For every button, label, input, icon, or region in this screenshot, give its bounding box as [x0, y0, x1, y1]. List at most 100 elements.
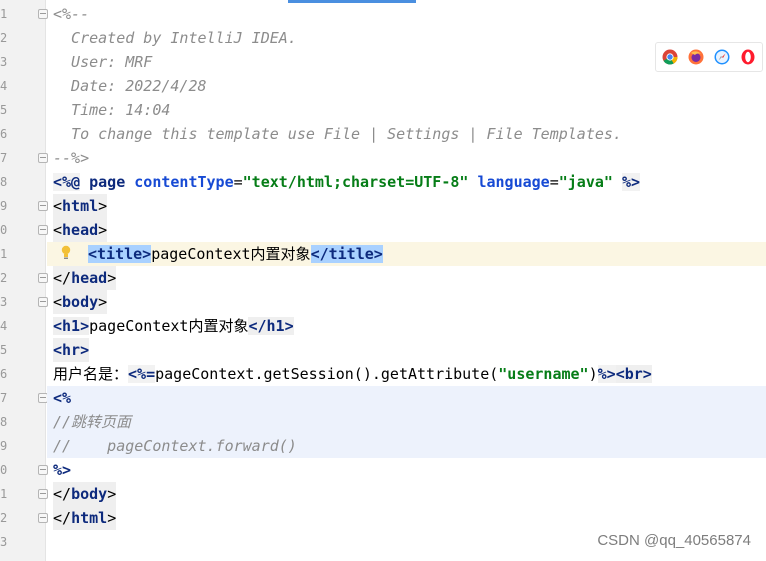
- line-number: 9: [0, 199, 8, 213]
- tag-name: body: [62, 293, 99, 311]
- lightbulb-icon[interactable]: [61, 245, 71, 261]
- line-number: 7: [0, 151, 8, 165]
- body-open-tag: <body>: [53, 290, 108, 314]
- code-line-21[interactable]: </body>: [47, 482, 766, 506]
- tag-name: body: [71, 485, 108, 503]
- tag-name: head: [71, 269, 108, 287]
- code-line-11-current[interactable]: <title>pageContext内置对象</title>: [47, 242, 766, 266]
- code-line-1[interactable]: <%--: [47, 2, 766, 26]
- bracket: </: [53, 485, 72, 503]
- directive-keyword: page: [89, 173, 126, 191]
- java-comment-jump: //跳转页面: [53, 413, 132, 431]
- code-line-19[interactable]: // pageContext.forward(): [47, 434, 766, 458]
- tag-name: html: [62, 197, 99, 215]
- expression-call: pageContext.getSession().getAttribute(: [155, 365, 499, 383]
- h1-element: <h1>pageContext内置对象</h1>: [53, 314, 294, 338]
- bracket: <: [53, 221, 63, 239]
- code-line-14[interactable]: <h1>pageContext内置对象</h1>: [47, 314, 766, 338]
- code-line-5[interactable]: Time: 14:04: [47, 98, 766, 122]
- line-number: 4: [0, 319, 8, 333]
- line-number: 8: [0, 415, 8, 429]
- comment-created-by: Created by IntelliJ IDEA.: [53, 29, 297, 47]
- code-line-6[interactable]: To change this template use File | Setti…: [47, 122, 766, 146]
- bracket: <: [53, 293, 63, 311]
- expression-string: "username": [498, 365, 589, 383]
- line-number: 2: [0, 31, 8, 45]
- jsp-comment-close: --%>: [53, 149, 90, 167]
- line-number: 3: [0, 55, 8, 69]
- line-number: 7: [0, 391, 8, 405]
- code-line-16[interactable]: 用户名是：<%=pageContext.getSession().getAttr…: [47, 362, 766, 386]
- bracket: >: [107, 509, 117, 527]
- directive-open: <%@: [53, 173, 81, 191]
- code-line-18[interactable]: //跳转页面: [47, 410, 766, 434]
- hr-tag: <hr>: [53, 338, 90, 362]
- comment-user: User: MRF: [53, 53, 153, 71]
- code-line-20[interactable]: %>: [47, 458, 766, 482]
- watermark-text: CSDN @qq_40565874: [597, 532, 751, 549]
- tag-name: html: [71, 509, 108, 527]
- line-number: 5: [0, 103, 8, 117]
- h1-close-tag: </h1>: [248, 317, 294, 335]
- bracket: >: [98, 221, 108, 239]
- h1-text: pageContext内置对象: [89, 317, 249, 335]
- code-line-8[interactable]: <%@ page contentType="text/html;charset=…: [47, 170, 766, 194]
- username-output-line: 用户名是：<%=pageContext.getSession().getAttr…: [53, 362, 652, 386]
- firefox-icon[interactable]: [688, 49, 704, 65]
- scriptlet-close: %>: [53, 461, 72, 479]
- body-close-tag: </body>: [53, 482, 117, 506]
- line-number: 0: [0, 223, 8, 237]
- line-number: 3: [0, 295, 8, 309]
- title-text: pageContext内置对象: [151, 245, 311, 263]
- code-line-22[interactable]: </html>: [47, 506, 766, 530]
- code-line-12[interactable]: </head>: [47, 266, 766, 290]
- opera-icon[interactable]: [740, 49, 756, 65]
- bracket: </: [53, 269, 72, 287]
- line-number: 2: [0, 511, 8, 525]
- head-open-tag: <head>: [53, 218, 108, 242]
- comment-template-hint: To change this template use File | Setti…: [53, 125, 622, 143]
- equals-sign: =: [233, 173, 243, 191]
- safari-icon[interactable]: [714, 49, 730, 65]
- line-number: 6: [0, 127, 8, 141]
- expression-close: %>: [597, 365, 616, 383]
- code-line-4[interactable]: Date: 2022/4/28: [47, 74, 766, 98]
- code-line-10[interactable]: <head>: [47, 218, 766, 242]
- line-number: 1: [0, 247, 8, 261]
- bracket: >: [98, 197, 108, 215]
- browser-preview-toolbar: [655, 42, 763, 72]
- chrome-icon[interactable]: [662, 49, 678, 65]
- comment-date: Date: 2022/4/28: [53, 77, 207, 95]
- line-number: 2: [0, 271, 8, 285]
- page-directive: <%@ page contentType="text/html;charset=…: [53, 170, 641, 194]
- html-open-tag: <html>: [53, 194, 108, 218]
- line-number: 8: [0, 175, 8, 189]
- comment-time: Time: 14:04: [53, 101, 171, 119]
- line-number: 0: [0, 463, 8, 477]
- value-language: "java": [558, 173, 613, 191]
- code-line-13[interactable]: <body>: [47, 290, 766, 314]
- line-number: 4: [0, 79, 8, 93]
- scriptlet-open: <%: [53, 389, 72, 407]
- html-close-tag: </html>: [53, 506, 117, 530]
- bracket: </: [53, 509, 72, 527]
- code-line-17[interactable]: <%: [47, 386, 766, 410]
- bracket: >: [107, 269, 117, 287]
- line-number: 3: [0, 535, 8, 549]
- code-line-9[interactable]: <html>: [47, 194, 766, 218]
- bracket: >: [107, 485, 117, 503]
- expression-paren: ): [588, 365, 598, 383]
- head-close-tag: </head>: [53, 266, 117, 290]
- line-number: 5: [0, 343, 8, 357]
- equals-sign: =: [549, 173, 559, 191]
- bracket: <: [53, 197, 63, 215]
- br-tag: <br>: [615, 365, 652, 383]
- value-content-type: "text/html;charset=UTF-8": [242, 173, 469, 191]
- title-close-tag: </title>: [310, 245, 383, 263]
- title-element: <title>pageContext内置对象</title>: [88, 242, 383, 266]
- code-line-7[interactable]: --%>: [47, 146, 766, 170]
- username-label: 用户名是：: [53, 365, 129, 383]
- line-number: 6: [0, 367, 8, 381]
- code-line-15[interactable]: <hr>: [47, 338, 766, 362]
- line-number: 9: [0, 439, 8, 453]
